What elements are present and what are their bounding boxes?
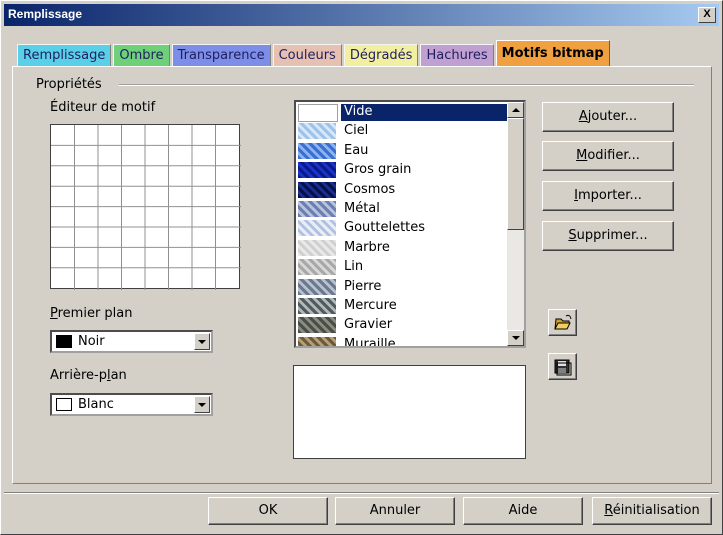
bitmap-preview bbox=[293, 365, 526, 459]
list-scrollbar[interactable] bbox=[507, 102, 524, 346]
foreground-color-select[interactable]: Noir bbox=[50, 330, 213, 353]
bitmap-name: Gouttelettes bbox=[344, 220, 426, 236]
tab-remplissage[interactable]: Remplissage bbox=[17, 44, 112, 66]
import-button[interactable]: Importer... bbox=[542, 181, 674, 211]
bitmap-name: Gravier bbox=[344, 317, 393, 333]
list-item[interactable]: Métal bbox=[297, 200, 507, 219]
bitmap-thumbnail bbox=[298, 104, 338, 122]
list-item[interactable]: Gouttelettes bbox=[297, 219, 507, 238]
bitmap-name: Lin bbox=[344, 259, 364, 275]
list-item[interactable]: Lin bbox=[297, 258, 507, 277]
save-button[interactable] bbox=[548, 353, 577, 380]
footer-separator bbox=[4, 492, 719, 494]
background-label: Arrière-plan bbox=[50, 368, 127, 383]
foreground-label: Premier plan bbox=[50, 306, 133, 321]
delete-button[interactable]: Supprimer... bbox=[542, 221, 674, 251]
scroll-down-icon[interactable] bbox=[507, 330, 524, 346]
add-button[interactable]: Ajouter... bbox=[542, 102, 674, 132]
foreground-value: Noir bbox=[78, 334, 105, 349]
list-item[interactable]: Eau bbox=[297, 142, 507, 161]
bitmap-name: Ciel bbox=[344, 123, 369, 139]
background-swatch bbox=[56, 398, 72, 411]
dialog-window: Remplissage X Remplissage Ombre Transparen… bbox=[0, 0, 723, 535]
list-item[interactable]: Cosmos bbox=[297, 181, 507, 200]
bitmap-thumbnail bbox=[298, 220, 336, 237]
open-button[interactable] bbox=[548, 309, 577, 336]
pattern-editor-grid[interactable] bbox=[50, 124, 241, 290]
bitmap-thumbnail bbox=[298, 201, 336, 217]
group-divider bbox=[119, 84, 694, 86]
bitmap-thumbnail bbox=[298, 142, 336, 159]
open-folder-icon bbox=[554, 314, 572, 330]
tab-hachures[interactable]: Hachures bbox=[420, 44, 494, 66]
save-disk-icon bbox=[554, 359, 572, 376]
bitmap-name: Gros grain bbox=[344, 162, 412, 178]
bitmap-thumbnail bbox=[298, 239, 336, 256]
bitmap-thumbnail bbox=[298, 278, 336, 295]
list-item[interactable]: Pierre bbox=[297, 278, 507, 297]
properties-group-label: Propriétés bbox=[36, 77, 102, 92]
reset-button[interactable]: Réinitialisation bbox=[592, 497, 712, 525]
bitmap-name: Pierre bbox=[344, 278, 382, 294]
scroll-thumb[interactable] bbox=[507, 118, 524, 230]
list-item[interactable]: Marbre bbox=[297, 239, 507, 258]
bitmap-thumbnail bbox=[298, 336, 336, 346]
bitmap-thumbnail bbox=[298, 259, 336, 276]
list-item[interactable]: Muraille bbox=[297, 336, 507, 348]
bitmap-name: Eau bbox=[344, 142, 369, 158]
bitmap-name: Cosmos bbox=[344, 181, 396, 197]
chevron-down-icon[interactable] bbox=[194, 396, 210, 413]
background-color-select[interactable]: Blanc bbox=[50, 393, 213, 416]
list-item[interactable]: Vide bbox=[297, 103, 509, 122]
background-value: Blanc bbox=[78, 397, 114, 412]
tab-transparence[interactable]: Transparence bbox=[171, 44, 271, 66]
list-item[interactable]: Ciel bbox=[297, 122, 507, 141]
scroll-up-icon[interactable] bbox=[507, 102, 524, 118]
tab-d-grad-s[interactable]: Dégradés bbox=[343, 44, 419, 66]
tab-couleurs[interactable]: Couleurs bbox=[272, 44, 342, 66]
modify-button[interactable]: Modifier... bbox=[542, 141, 674, 171]
tab-bar: Remplissage Ombre Transparence Couleurs Dégr… bbox=[17, 40, 612, 66]
tab-ombre[interactable]: Ombre bbox=[113, 44, 170, 66]
bitmap-name: Métal bbox=[344, 201, 380, 216]
list-item[interactable]: Gravier bbox=[297, 316, 507, 335]
pattern-editor-label: Éditeur de motif bbox=[50, 100, 156, 115]
bitmap-list[interactable]: Vide Ciel Eau Gros grain Cosmos Métal Gouttele… bbox=[294, 100, 526, 348]
window-title: Remplissage bbox=[8, 7, 83, 21]
ok-button[interactable]: OK bbox=[208, 497, 328, 525]
foreground-swatch bbox=[56, 335, 72, 348]
bitmap-name: Vide bbox=[341, 104, 509, 121]
close-button[interactable]: X bbox=[698, 7, 716, 23]
chevron-down-icon[interactable] bbox=[194, 333, 210, 350]
list-item[interactable]: Mercure bbox=[297, 297, 507, 316]
bitmap-name: Mercure bbox=[344, 298, 397, 313]
bitmap-name: Muraille bbox=[344, 336, 396, 348]
bitmap-thumbnail bbox=[298, 181, 336, 198]
bitmap-name: Marbre bbox=[344, 239, 390, 255]
bitmap-thumbnail bbox=[298, 298, 336, 314]
list-item[interactable]: Gros grain bbox=[297, 161, 507, 180]
bitmap-thumbnail bbox=[298, 317, 336, 334]
title-bar[interactable]: Remplissage X bbox=[4, 4, 719, 26]
cancel-button[interactable]: Annuler bbox=[335, 497, 455, 525]
bitmap-thumbnail bbox=[298, 162, 336, 179]
bitmap-thumbnail bbox=[298, 123, 336, 140]
help-button[interactable]: Aide bbox=[463, 497, 583, 525]
tab-motifs-bitmap[interactable]: Motifs bitmap bbox=[495, 40, 610, 66]
